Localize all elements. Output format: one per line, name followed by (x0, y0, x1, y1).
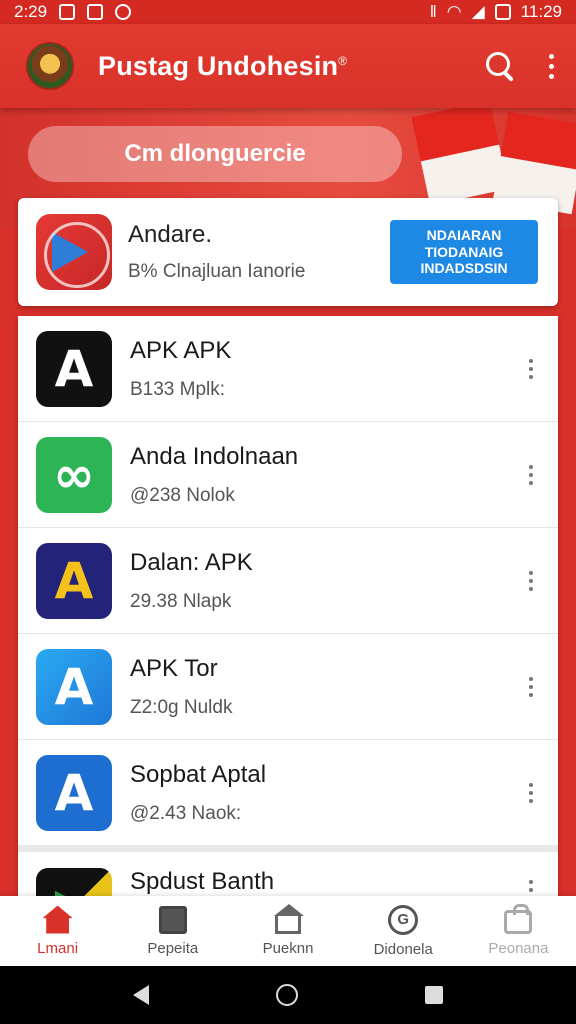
app-meta: B133 Mplk: (130, 378, 226, 400)
back-icon[interactable] (133, 985, 150, 1005)
app-a-icon: A (36, 542, 112, 619)
app-meta: @2.43 Naok: (130, 802, 242, 824)
list-item[interactable]: A APK APK B133 Mplk: (18, 316, 558, 422)
list-item[interactable]: A APK Tor Z2:0g Nuldk (18, 634, 558, 740)
app-bar: Pustag Undohesin® (0, 24, 576, 108)
nav-label: Lmani (37, 939, 79, 957)
more-options-icon[interactable] (526, 464, 536, 485)
list-item[interactable]: A Dalan: APK 29.38 Nlapk (18, 528, 558, 634)
icon-glyph: A (54, 657, 94, 716)
vibrate-icon: ǁ (429, 2, 437, 21)
nav-item-pueknn[interactable]: Pueknn (230, 896, 345, 966)
nav-item-peonana[interactable]: Peonana (461, 896, 576, 966)
registered-mark: ® (338, 53, 348, 68)
app-title-text: Pustag Undohesin (98, 50, 339, 81)
list-item[interactable]: ∞ Anda Indolnaan @238 Nolok (18, 422, 558, 528)
app-logo (26, 42, 74, 90)
bag-icon (504, 903, 533, 934)
app-name: APK APK (130, 336, 232, 364)
app-name: Sopbat Aptal (130, 760, 267, 788)
more-options-icon[interactable] (526, 358, 536, 379)
app-link-icon: ∞ (36, 436, 112, 513)
sync-icon (115, 4, 132, 20)
nav-label: Didonela (373, 940, 433, 958)
overflow-menu-icon[interactable] (546, 53, 556, 79)
icon-glyph: ∞ (53, 445, 95, 504)
nav-label: Pepeita (147, 939, 199, 957)
app-name: Spdust Banth (130, 868, 275, 895)
battery-icon (494, 4, 511, 20)
nav-label: Pueknn (262, 939, 314, 957)
nav-item-home[interactable]: Lmani (0, 896, 115, 966)
app-list: A APK APK B133 Mplk: ∞ Anda Indolnaan @2… (18, 316, 558, 896)
featured-card[interactable]: Andare. B% Clnajluan Ianorie NDAIARAN TI… (18, 198, 558, 306)
badge-line: NDAIARAN (426, 226, 502, 243)
gallery-icon (59, 4, 76, 20)
badge-line: INDADSDSIN (420, 260, 508, 277)
icon-glyph: A (54, 763, 94, 822)
nav-item-didonela[interactable]: G Didonela (346, 896, 461, 966)
more-options-icon[interactable] (526, 880, 536, 896)
app-title: Pustag Undohesin® (98, 51, 347, 82)
app-play-icon: ▶ (36, 868, 112, 896)
app-name: Anda Indolnaan (130, 442, 299, 470)
home-button-icon[interactable] (275, 984, 298, 1006)
notification-icon (87, 4, 104, 20)
bottom-nav: Lmani Pepeita Pueknn G Didonela Peonana (0, 896, 576, 966)
home-icon (42, 905, 73, 934)
more-options-icon[interactable] (526, 782, 536, 803)
featured-subtitle: B% Clnajluan Ianorie (128, 261, 306, 282)
app-a-icon: A (36, 754, 112, 831)
signal-icon: ◢ (471, 2, 485, 21)
icon-glyph: A (54, 339, 94, 398)
app-meta: 29.38 Nlapk (130, 590, 232, 612)
app-name: APK Tor (130, 654, 218, 682)
search-pill[interactable]: Cm dlonguercie (28, 126, 402, 182)
status-time-left: 2:29 (14, 2, 48, 21)
promo-badge[interactable]: NDAIARAN TIODANAIG INDADSDSIN (390, 220, 538, 284)
app-a-icon: A (36, 648, 112, 725)
list-item[interactable]: ▶ Spdust Banth (18, 846, 558, 896)
house-icon (274, 903, 304, 934)
g-icon: G (388, 904, 419, 935)
app-meta: Z2:0g Nuldk (130, 696, 233, 718)
search-icon[interactable] (484, 50, 516, 82)
app-a-icon: A (36, 330, 112, 407)
play-store-icon (36, 214, 112, 290)
app-meta: @238 Nolok (130, 484, 235, 506)
icon-glyph: ▶ (36, 868, 112, 896)
nav-item-pepeita[interactable]: Pepeita (115, 896, 230, 966)
more-options-icon[interactable] (526, 570, 536, 591)
document-icon (158, 905, 187, 934)
status-bar: 2:29 ǁ ◠ ◢ 11:29 (0, 0, 576, 24)
badge-line: TIODANAIG (424, 243, 504, 260)
app-name: Dalan: APK (130, 548, 253, 576)
list-item[interactable]: A Sopbat Aptal @2.43 Naok: (18, 740, 558, 846)
wifi-icon: ◠ (446, 2, 462, 21)
system-nav-bar (0, 966, 576, 1024)
status-time-right: 11:29 (520, 2, 562, 21)
featured-name: Andare. (128, 221, 213, 248)
icon-glyph: A (54, 551, 94, 610)
recents-icon[interactable] (424, 986, 443, 1004)
more-options-icon[interactable] (526, 676, 536, 697)
nav-label: Peonana (488, 939, 549, 957)
